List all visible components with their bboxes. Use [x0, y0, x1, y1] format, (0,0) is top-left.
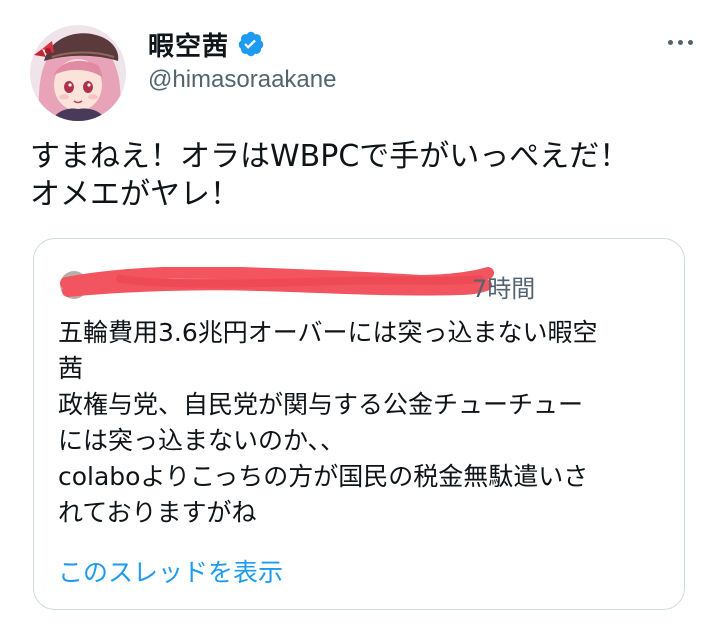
tweet-text: すまねえ！オラはWBPCで手がいっぺえだ！ オメエがヤレ！: [30, 138, 690, 214]
more-dot: [667, 39, 673, 45]
tweet[interactable]: 暇空茜 @himasoraakane すまねえ！オラはWBPCで手がいっぺえだ！…: [0, 0, 720, 635]
more-dot: [677, 39, 683, 45]
author-avatar[interactable]: [30, 25, 126, 121]
author-handle[interactable]: @himasoraakane: [148, 66, 336, 94]
verified-badge-icon: [237, 30, 265, 58]
show-thread-link[interactable]: このスレッドを表示: [58, 553, 283, 589]
quoted-text-line: には突っ込まないのか、、: [58, 426, 346, 455]
tweet-text-line: すまねえ！オラはWBPCで手がいっぺえだ！: [30, 139, 630, 174]
avatar-image: [30, 25, 126, 121]
quoted-text-line: colaboよりこっちの方が国民の税金無駄遣いさ: [58, 462, 589, 491]
more-dot: [687, 39, 693, 45]
redaction-scribble: [60, 267, 494, 297]
tweet-text-line: オメエがヤレ！: [30, 177, 240, 212]
quoted-text-line: 茜: [58, 354, 84, 383]
more-horizontal-icon[interactable]: [660, 30, 700, 54]
quoted-text-line: 五輪費用3.6兆円オーバーには突っ込まない暇空: [58, 318, 598, 347]
author-display-name[interactable]: 暇空茜: [148, 26, 229, 63]
author-name-row: 暇空茜: [148, 26, 265, 62]
quoted-tweet-time[interactable]: 7時間: [472, 269, 535, 304]
quoted-tweet-body: 五輪費用3.6兆円オーバーには突っ込まない暇空 茜 政権与党、自民党が関与する公…: [58, 315, 668, 531]
quoted-text-line: 政権与党、自民党が関与する公金チューチュー: [58, 390, 584, 419]
quoted-tweet-header: 7時間: [60, 267, 660, 304]
quoted-tweet[interactable]: 7時間 五輪費用3.6兆円オーバーには突っ込まない暇空 茜 政権与党、自民党が関…: [33, 238, 685, 610]
quoted-text-line: れておりますがね: [58, 498, 257, 527]
